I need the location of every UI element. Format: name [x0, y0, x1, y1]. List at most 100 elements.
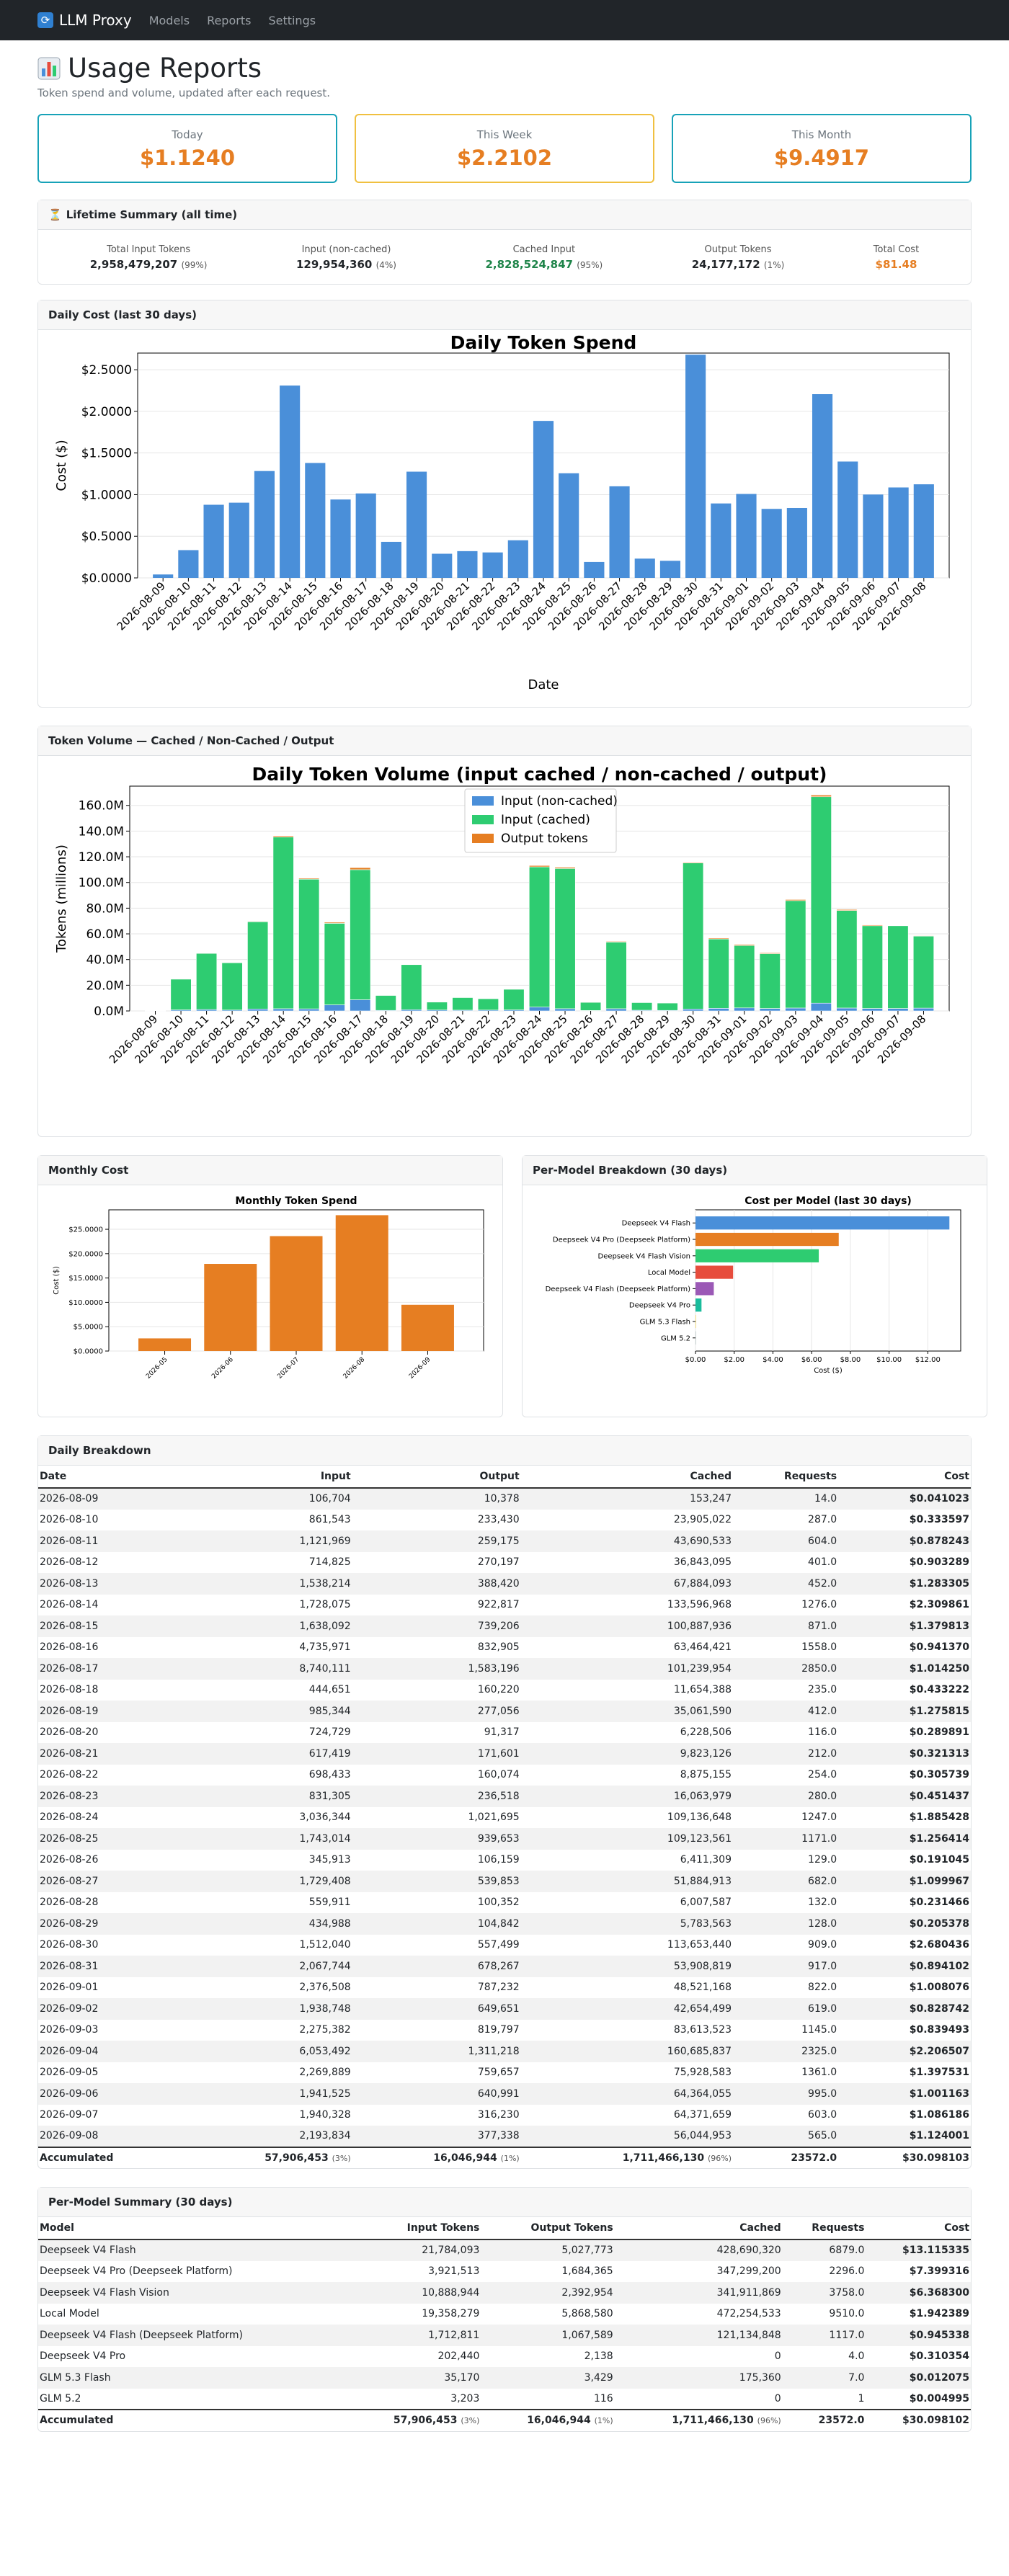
- bar: [204, 1264, 257, 1351]
- table-cell: 2026-08-20: [40, 1726, 99, 1739]
- table-row: 2026-09-04 6,053,492 1,311,218 160,685,837 2…: [38, 2041, 971, 2062]
- table-cell: 51,884,913: [673, 1875, 732, 1887]
- table-cell: 1,938,748: [299, 2002, 351, 2015]
- table-cell: 9510.0: [829, 2308, 865, 2320]
- token-volume-card: Token Volume — Cached / Non-Cached / Out…: [37, 726, 972, 1137]
- nav-link-models[interactable]: Models: [149, 14, 190, 27]
- footer-output-pct: (1%): [500, 2153, 520, 2163]
- bar: [812, 394, 833, 578]
- y-tick-label: $0.0000: [74, 1348, 103, 1356]
- table-cell: 1,743,014: [299, 1832, 351, 1845]
- per-model-summary-table: Model Input Tokens Output Tokens Cached …: [38, 2217, 971, 2431]
- chart-title: Daily Token Spend: [450, 334, 637, 353]
- bar-segment: [836, 909, 858, 911]
- table-cell: 995.0: [808, 2087, 837, 2100]
- table-cell: 2026-08-31: [40, 1960, 99, 1972]
- bar-segment: [810, 796, 832, 1004]
- table-cell: 2026-08-17: [40, 1662, 99, 1675]
- y-tick-label: Local Model: [648, 1269, 690, 1277]
- refresh-icon: ⟳: [37, 12, 53, 28]
- table-row: 2026-08-12 714,825 270,197 36,843,095 401.0 $…: [38, 1552, 971, 1574]
- table-row: 2026-08-18 444,651 160,220 11,654,388 235.0 $…: [38, 1680, 971, 1701]
- bar-segment: [657, 1002, 678, 1011]
- table-row: 2026-09-02 1,938,748 649,651 42,654,499 619.…: [38, 1998, 971, 2020]
- table-cell: 121,134,848: [716, 2329, 781, 2341]
- table-cell: 678,267: [477, 1960, 520, 1972]
- y-tick-label: 60.0M: [86, 927, 124, 942]
- bar-segment: [605, 941, 627, 942]
- table-cell: Local Model: [40, 2308, 99, 2320]
- bar-segment: [298, 878, 320, 880]
- table-cell: 64,364,055: [673, 2087, 732, 2100]
- lifetime-pct: (99%): [181, 260, 208, 270]
- daily-cost-card: Daily Cost (last 30 days) Daily Token Sp…: [37, 300, 972, 708]
- footer-cached: 1,711,466,130: [622, 2152, 705, 2164]
- table-cell: 23,905,022: [673, 1514, 732, 1526]
- table-cell: 698,433: [308, 1769, 351, 1781]
- table-cell: 2026-08-30: [40, 1939, 99, 1951]
- table-cell: 452.0: [808, 1577, 837, 1590]
- table-row: 2026-08-19 985,344 277,056 35,061,590 412.0 $…: [38, 1701, 971, 1722]
- bar-segment: [708, 938, 729, 1009]
- col-input: Input: [183, 1466, 352, 1489]
- footer-cost: $30.098102: [866, 2409, 971, 2431]
- table-cell: 2026-09-03: [40, 2024, 99, 2036]
- table-cell: 235.0: [808, 1684, 837, 1696]
- col-cost: Cost: [838, 1466, 971, 1489]
- bar-segment: [324, 922, 345, 924]
- table-cell: 2026-09-01: [40, 1982, 99, 1994]
- table-cell: 2026-09-05: [40, 2067, 99, 2079]
- footer-cached-pct: (96%): [757, 2416, 781, 2426]
- table-cell: 160,685,837: [667, 2045, 732, 2057]
- legend-label: Output tokens: [501, 832, 588, 846]
- table-cell: $1.124001: [909, 2130, 969, 2142]
- footer-input: 57,906,453: [393, 2415, 458, 2427]
- table-cell: $1.001163: [909, 2087, 969, 2100]
- bar-segment: [734, 945, 755, 1009]
- table-cell: 132.0: [808, 1897, 837, 1909]
- nav-link-reports[interactable]: Reports: [207, 14, 251, 27]
- table-cell: 5,027,773: [561, 2245, 613, 2257]
- table-cell: GLM 5.3 Flash: [40, 2371, 111, 2384]
- table-cell: 985,344: [308, 1705, 351, 1717]
- y-tick-label: 20.0M: [86, 979, 124, 993]
- table-cell: 2026-08-11: [40, 1535, 99, 1547]
- bar-segment: [221, 962, 243, 1011]
- bar: [335, 1215, 388, 1351]
- x-axis-label: Date: [528, 677, 559, 692]
- table-cell: 8,875,155: [680, 1769, 732, 1781]
- table-cell: 1558.0: [801, 1641, 837, 1654]
- nav-link-settings[interactable]: Settings: [268, 14, 316, 27]
- table-cell: 1,067,589: [561, 2329, 613, 2341]
- x-tick-label: 2026-07: [276, 1356, 301, 1381]
- table-cell: 2026-08-13: [40, 1577, 99, 1590]
- bar-segment: [528, 866, 551, 1007]
- bar: [138, 1338, 192, 1351]
- bar: [457, 551, 478, 578]
- table-cell: 2026-08-16: [40, 1641, 99, 1654]
- table-row: 2026-08-28 559,911 100,352 6,007,587 132.0 $0…: [38, 1892, 971, 1914]
- table-cell: 160,220: [477, 1684, 520, 1696]
- table-cell: 104,842: [477, 1917, 520, 1930]
- bar-segment: [247, 921, 269, 1010]
- table-cell: 1,941,525: [299, 2087, 351, 2100]
- table-row: GLM 5.2 3,203 116 0 1 $0.004995: [38, 2389, 971, 2410]
- lifetime-value: $81.48: [875, 258, 917, 271]
- brand-link[interactable]: ⟳ LLM Proxy: [37, 12, 132, 29]
- table-cell: 640,991: [477, 2087, 520, 2100]
- table-row: 2026-08-11 1,121,969 259,175 43,690,533 604.…: [38, 1530, 971, 1552]
- table-cell: 565.0: [808, 2130, 837, 2142]
- table-cell: 2026-08-28: [40, 1897, 99, 1909]
- table-cell: 7.0: [848, 2371, 865, 2384]
- table-cell: 617,419: [308, 1747, 351, 1760]
- table-cell: 831,305: [308, 1790, 351, 1802]
- table-cell: 101,239,954: [667, 1662, 732, 1675]
- table-cell: 280.0: [808, 1790, 837, 1802]
- table-cell: $13.115335: [902, 2245, 969, 2257]
- lifetime-pct: (95%): [577, 260, 603, 270]
- footer-output: 16,046,944: [433, 2152, 497, 2164]
- bar-segment: [324, 923, 345, 1005]
- lifetime-stat-value: 24,177,172 (1%): [692, 258, 785, 271]
- table-cell: 42,654,499: [673, 2002, 732, 2015]
- bar: [711, 503, 732, 578]
